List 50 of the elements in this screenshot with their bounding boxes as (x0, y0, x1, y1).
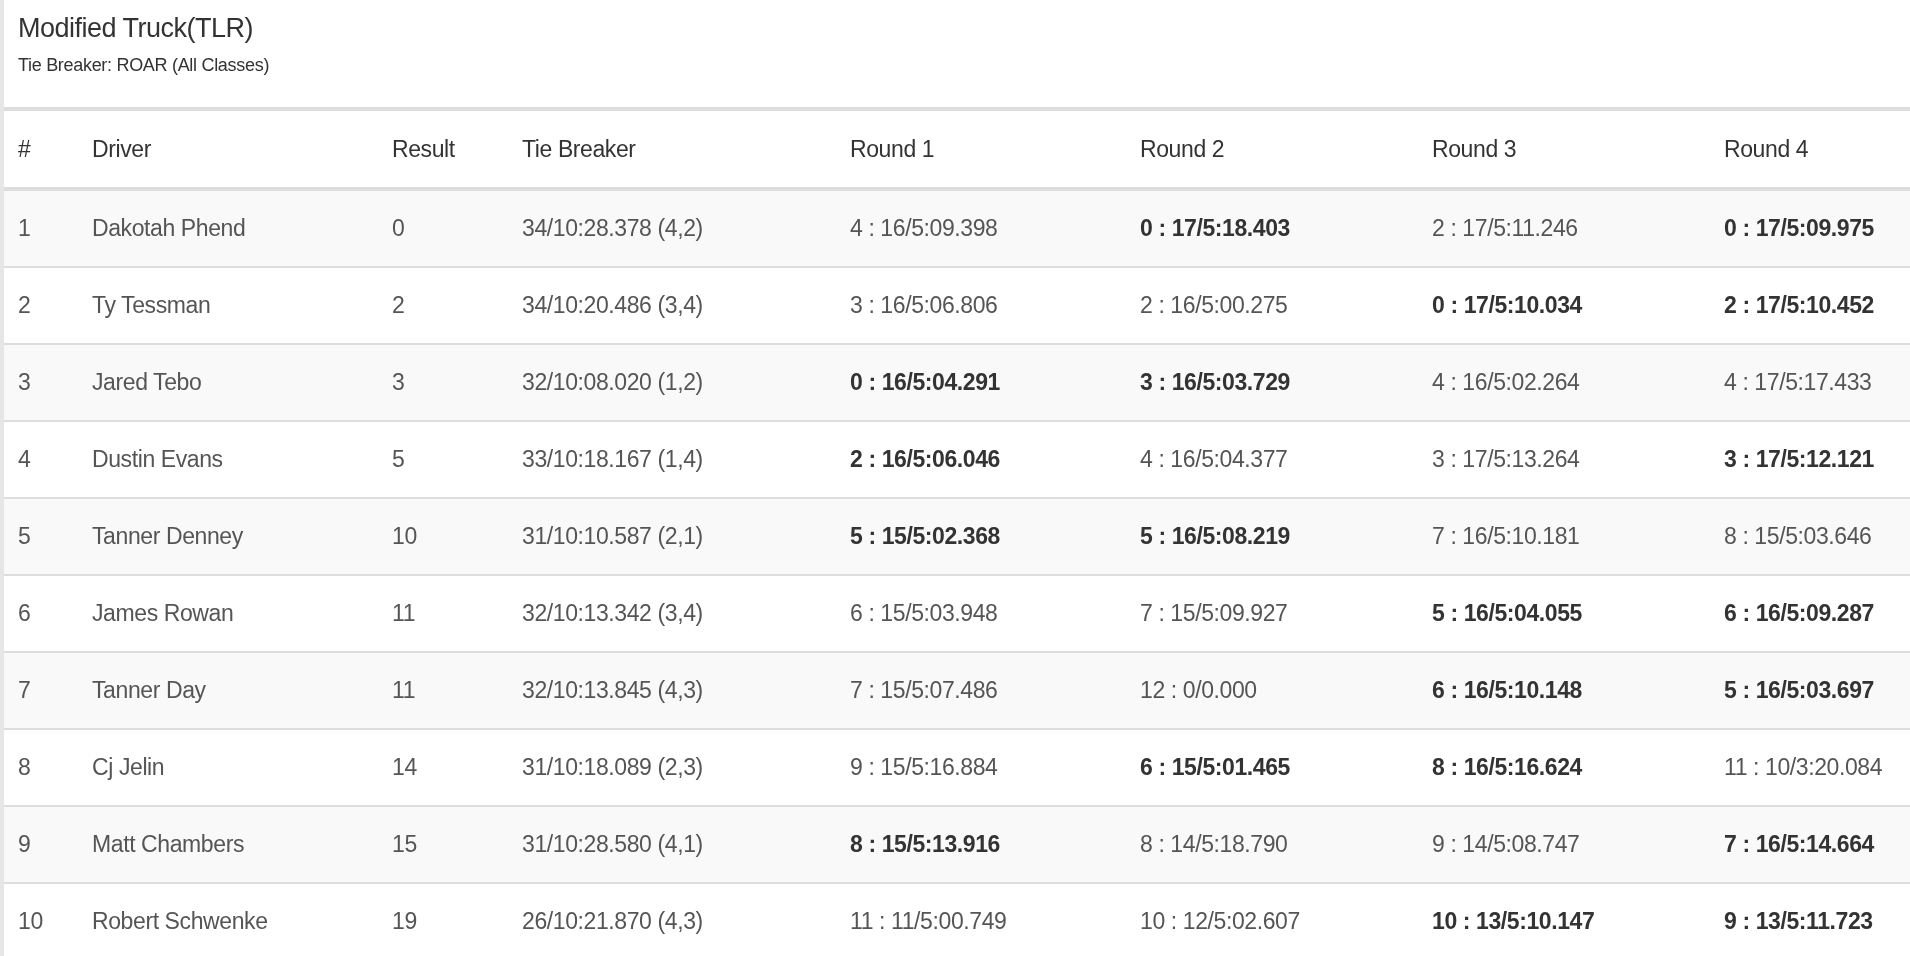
round-cell: 5 : 16/5:03.697 (1710, 652, 1910, 729)
result-cell: 0 (378, 189, 508, 267)
round-cell: 4 : 16/5:09.398 (836, 189, 1126, 267)
tie-breaker-cell: 31/10:28.580 (4,1) (508, 806, 836, 883)
tie-breaker-cell: 26/10:21.870 (4,3) (508, 883, 836, 956)
driver-cell: Jared Tebo (78, 344, 378, 421)
driver-cell: Dakotah Phend (78, 189, 378, 267)
tie-breaker-cell: 32/10:08.020 (1,2) (508, 344, 836, 421)
position-cell: 9 (4, 806, 78, 883)
results-title: Modified Truck(TLR) (18, 12, 255, 45)
result-cell: 11 (378, 652, 508, 729)
result-cell: 3 (378, 344, 508, 421)
position-cell: 10 (4, 883, 78, 956)
round-cell: 4 : 16/5:02.264 (1418, 344, 1710, 421)
position-cell: 7 (4, 652, 78, 729)
tie-breaker-cell: 34/10:28.378 (4,2) (508, 189, 836, 267)
position-cell: 1 (4, 189, 78, 267)
round-cell: 9 : 14/5:08.747 (1418, 806, 1710, 883)
driver-cell: Tanner Denney (78, 498, 378, 575)
tie-breaker-cell: 32/10:13.845 (4,3) (508, 652, 836, 729)
round-cell: 8 : 15/5:03.646 (1710, 498, 1910, 575)
round-cell: 10 : 12/5:02.607 (1126, 883, 1418, 956)
round-cell: 7 : 15/5:07.486 (836, 652, 1126, 729)
result-cell: 10 (378, 498, 508, 575)
round-cell: 5 : 16/5:08.219 (1126, 498, 1418, 575)
result-cell: 19 (378, 883, 508, 956)
round-cell: 2 : 17/5:11.246 (1418, 189, 1710, 267)
round-cell: 11 : 11/5:00.749 (836, 883, 1126, 956)
round-cell: 10 : 13/5:10.147 (1418, 883, 1710, 956)
round-cell: 7 : 16/5:10.181 (1418, 498, 1710, 575)
tie-breaker-cell: 31/10:10.587 (2,1) (508, 498, 836, 575)
position-cell: 5 (4, 498, 78, 575)
driver-cell: Tanner Day (78, 652, 378, 729)
round-cell: 0 : 17/5:18.403 (1126, 189, 1418, 267)
position-cell: 3 (4, 344, 78, 421)
driver-cell: Matt Chambers (78, 806, 378, 883)
round-cell: 12 : 0/0.000 (1126, 652, 1418, 729)
round-cell: 5 : 15/5:02.368 (836, 498, 1126, 575)
round-cell: 8 : 14/5:18.790 (1126, 806, 1418, 883)
round-cell: 6 : 16/5:10.148 (1418, 652, 1710, 729)
round-cell: 8 : 15/5:13.916 (836, 806, 1126, 883)
round-cell: 0 : 17/5:09.975 (1710, 189, 1910, 267)
round-cell: 4 : 17/5:17.433 (1710, 344, 1910, 421)
round-cell: 9 : 13/5:11.723 (1710, 883, 1910, 956)
result-cell: 15 (378, 806, 508, 883)
round-cell: 7 : 16/5:14.664 (1710, 806, 1910, 883)
tie-breaker-note: Tie Breaker: ROAR (All Classes) (18, 54, 271, 77)
round-cell: 3 : 16/5:03.729 (1126, 344, 1418, 421)
round-cell: 0 : 16/5:04.291 (836, 344, 1126, 421)
driver-cell: Robert Schwenke (78, 883, 378, 956)
